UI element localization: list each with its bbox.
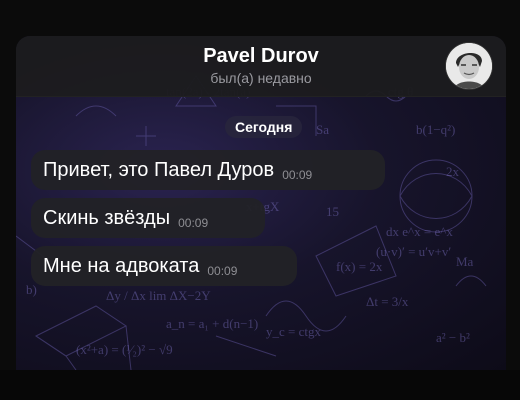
date-separator: Сегодня	[225, 116, 303, 138]
svg-text:f(x) = 2x: f(x) = 2x	[336, 259, 383, 274]
svg-text:b(1−q²): b(1−q²)	[416, 122, 455, 137]
message-bubble[interactable]: Скинь звёзды 00:09	[31, 198, 265, 238]
chat-window: tan(2a) - 2tan(a) ctg θ Sa b(1−q²) x+tgX…	[16, 36, 506, 370]
avatar[interactable]	[446, 43, 492, 89]
svg-text:Ma: Ma	[456, 254, 474, 269]
svg-text:a² − b²: a² − b²	[436, 330, 470, 345]
svg-text:Sa: Sa	[316, 122, 329, 137]
avatar-portrait-icon	[446, 43, 492, 89]
message-text: Скинь звёзды	[43, 207, 171, 229]
svg-text:2x: 2x	[446, 164, 460, 179]
message-time: 00:09	[282, 168, 313, 182]
svg-text:Δt = 3/x: Δt = 3/x	[366, 294, 409, 309]
message-time: 00:09	[178, 216, 209, 230]
svg-text:dx e^x = e^x: dx e^x = e^x	[386, 224, 453, 239]
svg-text:15: 15	[326, 204, 339, 219]
message-bubble[interactable]: Привет, это Павел Дуров 00:09	[31, 150, 385, 190]
contact-status: был(а) недавно	[210, 70, 312, 86]
app-frame: tan(2a) - 2tan(a) ctg θ Sa b(1−q²) x+tgX…	[0, 0, 520, 400]
svg-text:a_n = a₁ + d(n−1): a_n = a₁ + d(n−1)	[166, 316, 258, 331]
message-time: 00:09	[207, 264, 238, 278]
message-bubble[interactable]: Мне на адвоката 00:09	[31, 246, 297, 286]
contact-name[interactable]: Pavel Durov	[16, 45, 506, 68]
chat-header[interactable]: Pavel Durov был(а) недавно	[16, 36, 506, 97]
svg-text:b): b)	[26, 282, 37, 297]
svg-text:(u·v)′ = u′v+v′: (u·v)′ = u′v+v′	[376, 244, 451, 259]
svg-text:(x²+a) = (¹⁄₂)² − √9: (x²+a) = (¹⁄₂)² − √9	[76, 342, 173, 357]
svg-text:Δy / Δx lim ΔX−2Y: Δy / Δx lim ΔX−2Y	[106, 288, 211, 303]
bottom-bar	[0, 370, 520, 400]
message-text: Мне на адвоката	[43, 255, 200, 277]
svg-text:y_c = ctgx: y_c = ctgx	[266, 324, 321, 339]
message-text: Привет, это Павел Дуров	[43, 159, 275, 181]
